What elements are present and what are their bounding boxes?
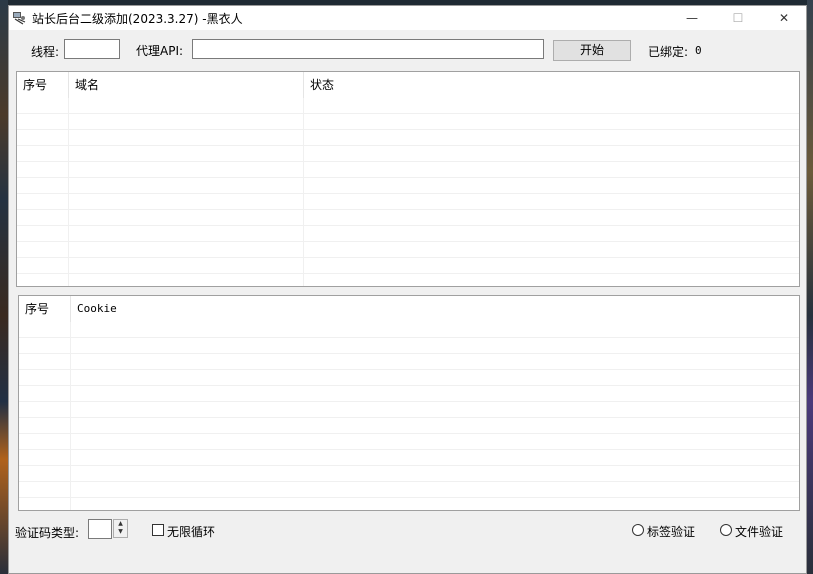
column-header-index[interactable]: 序号 — [17, 72, 69, 98]
minimize-button[interactable]: — — [669, 6, 715, 30]
file-verify-label[interactable]: 文件验证 — [735, 523, 783, 540]
table-row — [17, 226, 799, 242]
spin-up-icon[interactable]: ▲ — [114, 520, 127, 528]
table-row — [19, 466, 799, 482]
captcha-type-stepper[interactable]: ▲ ▼ — [113, 519, 128, 538]
proxy-api-input[interactable] — [192, 39, 544, 59]
table-row — [17, 242, 799, 258]
table-row — [19, 322, 799, 338]
table-row — [17, 258, 799, 274]
table-row — [17, 194, 799, 210]
table-row — [17, 114, 799, 130]
threads-label: 线程: — [31, 45, 60, 59]
maximize-button[interactable]: ☐ — [715, 6, 761, 30]
table-row — [19, 386, 799, 402]
title-bar[interactable]: 站长后台二级添加(2023.3.27) -黑衣人 — ☐ ✕ — [9, 6, 806, 30]
column-header-cookie[interactable]: Cookie — [71, 296, 799, 322]
close-button[interactable]: ✕ — [761, 6, 807, 30]
tag-verify-label[interactable]: 标签验证 — [647, 523, 695, 540]
spin-down-icon[interactable]: ▼ — [114, 528, 127, 536]
table-row — [19, 418, 799, 434]
table-row — [19, 338, 799, 354]
threads-input[interactable] — [64, 39, 120, 59]
app-icon — [13, 12, 26, 25]
column-header-domain[interactable]: 域名 — [69, 72, 304, 98]
domain-list-header: 序号 域名 状态 — [17, 72, 799, 98]
tag-verify-radio[interactable] — [632, 524, 644, 536]
app-window: 站长后台二级添加(2023.3.27) -黑衣人 — ☐ ✕ 线程: 代理API… — [8, 5, 807, 574]
desktop-background-left — [0, 0, 8, 574]
table-row — [19, 434, 799, 450]
file-verify-radio[interactable] — [720, 524, 732, 536]
table-row — [17, 178, 799, 194]
table-row — [17, 130, 799, 146]
bound-count: 0 — [695, 44, 702, 57]
captcha-type-label: 验证码类型: — [15, 526, 80, 540]
cookie-list-header: 序号 Cookie — [19, 296, 799, 322]
table-row — [17, 146, 799, 162]
captcha-type-input[interactable] — [88, 519, 112, 539]
bound-label: 已绑定: — [648, 45, 689, 59]
table-row — [19, 354, 799, 370]
table-row — [19, 402, 799, 418]
table-row — [17, 210, 799, 226]
table-row — [17, 162, 799, 178]
table-row — [17, 98, 799, 114]
proxy-api-label: 代理API: — [136, 44, 184, 58]
start-button[interactable]: 开始 — [553, 40, 631, 61]
desktop-background-right — [807, 0, 813, 574]
table-row — [19, 482, 799, 498]
column-header-index[interactable]: 序号 — [19, 296, 71, 322]
cookie-list[interactable]: 序号 Cookie — [18, 295, 800, 511]
infinite-loop-checkbox[interactable] — [152, 524, 164, 536]
infinite-loop-label[interactable]: 无限循环 — [167, 523, 215, 540]
window-title: 站长后台二级添加(2023.3.27) -黑衣人 — [32, 12, 243, 26]
table-row — [19, 450, 799, 466]
column-header-status[interactable]: 状态 — [304, 72, 799, 98]
table-row — [19, 370, 799, 386]
domain-list[interactable]: 序号 域名 状态 — [16, 71, 800, 287]
